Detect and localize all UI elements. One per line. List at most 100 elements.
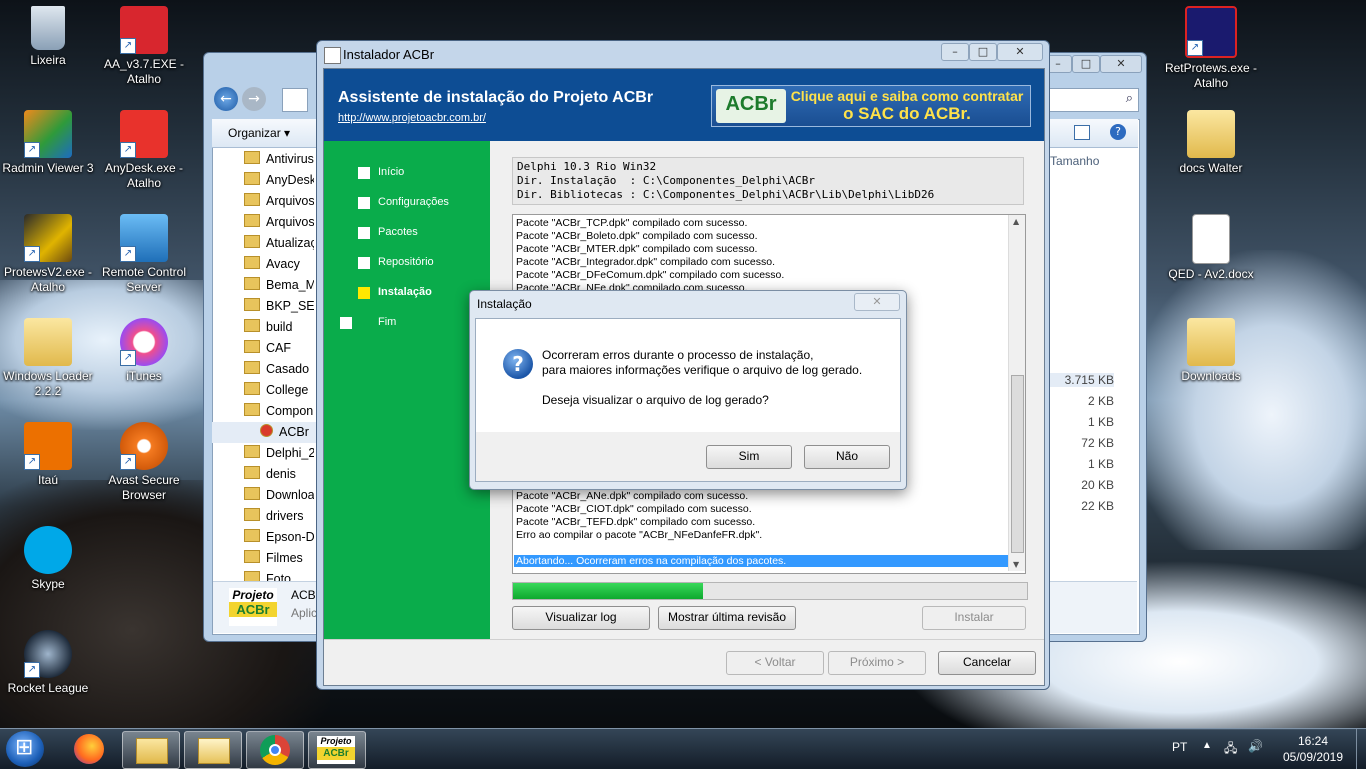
folder-row[interactable]: Download	[244, 485, 314, 506]
desktop-icon-lixeira[interactable]: Lixeira	[0, 6, 96, 68]
question-icon: ?	[503, 349, 533, 379]
folder-row[interactable]: Casado	[244, 359, 314, 380]
dialog-close-button[interactable]: ✕	[854, 293, 900, 311]
file-size: 20 KB	[1081, 478, 1114, 492]
folder-row[interactable]: Compon	[244, 401, 314, 422]
folder-name: Atualizaç	[266, 236, 314, 250]
desktop-icon-rocket-league[interactable]: ↗ Rocket League	[0, 630, 96, 696]
desktop-icon-skype[interactable]: Skype	[0, 526, 96, 592]
volume-icon[interactable]: 🔊	[1248, 739, 1263, 753]
app-shortcut-icon: ↗	[1185, 6, 1237, 58]
language-indicator[interactable]: PT	[1172, 740, 1187, 754]
folder-name: BKP_SER	[266, 299, 314, 313]
preview-pane-icon[interactable]	[1074, 125, 1090, 140]
folder-icon	[244, 529, 260, 542]
folder-row[interactable]: denis	[244, 464, 314, 485]
installer-maximize-button[interactable]: □	[969, 43, 997, 61]
folder-name: College	[266, 383, 309, 397]
taskbar-firefox[interactable]	[62, 731, 118, 767]
file-size: 22 KB	[1081, 499, 1114, 513]
desktop-icon-retprotews[interactable]: ↗ RetProtews.exe - Atalho	[1163, 6, 1259, 91]
folder-name: CAF	[266, 341, 291, 355]
desktop-icon-anydesk[interactable]: ↗ AnyDesk.exe - Atalho	[96, 110, 192, 191]
desktop-icon-docs-walter[interactable]: docs Walter	[1163, 110, 1259, 176]
log-scrollbar[interactable]: ▲ ▼	[1008, 215, 1025, 571]
start-button[interactable]	[6, 731, 44, 767]
acbr-icon-text: Projeto	[320, 736, 352, 746]
taskbar-chrome[interactable]	[246, 731, 304, 769]
footer-divider	[324, 639, 1044, 640]
acbr-error-icon	[260, 424, 273, 437]
show-hidden-icons-icon[interactable]: ▲	[1202, 740, 1212, 751]
folder-row[interactable]: build	[244, 317, 314, 338]
explorer-close-button[interactable]: ✕	[1100, 55, 1142, 73]
help-icon[interactable]: ?	[1110, 124, 1126, 140]
shortcut-arrow-icon: ↗	[24, 662, 40, 678]
yes-button[interactable]: Sim	[706, 445, 792, 469]
project-link[interactable]: http://www.projetoacbr.com.br/	[338, 112, 486, 124]
banner-line1: Clique aqui e saiba como contratar	[790, 88, 1024, 104]
folder-icon	[244, 550, 260, 563]
folder-row[interactable]: BKP_SER	[244, 296, 314, 317]
cancel-button[interactable]: Cancelar	[938, 651, 1036, 675]
desktop-icon-aa[interactable]: ↗ AA_v3.7.EXE - Atalho	[96, 6, 192, 87]
shortcut-arrow-icon: ↗	[120, 246, 136, 262]
scroll-thumb[interactable]	[1011, 375, 1024, 553]
back-button[interactable]: < Voltar	[726, 651, 824, 675]
explorer-back-button[interactable]: ←	[214, 87, 238, 111]
clock-date[interactable]: 05/09/2019	[1280, 750, 1346, 764]
taskbar-mail-folder[interactable]	[184, 731, 242, 769]
desktop-icon-protews[interactable]: ↗ ProtewsV2.exe - Atalho	[0, 214, 96, 295]
column-header-size[interactable]: Tamanho	[1050, 154, 1099, 168]
desktop-icon-downloads[interactable]: Downloads	[1163, 318, 1259, 384]
explorer-search-box[interactable]: ⌕	[1049, 88, 1139, 112]
folder-icon	[244, 172, 260, 185]
folder-icon	[244, 298, 260, 311]
installer-close-button[interactable]: ✕	[997, 43, 1043, 61]
anydesk-icon: ↗	[120, 110, 168, 158]
taskbar-file-explorer[interactable]	[122, 731, 180, 769]
no-button[interactable]: Não	[804, 445, 890, 469]
desktop-icon-radmin[interactable]: ↗ Radmin Viewer 3	[0, 110, 96, 176]
desktop-icon-label: Avast Secure Browser	[108, 473, 180, 502]
explorer-maximize-button[interactable]: □	[1072, 55, 1100, 73]
folder-row[interactable]: Avacy	[244, 254, 314, 275]
folder-row[interactable]: Bema_M	[244, 275, 314, 296]
folder-row[interactable]: drivers	[244, 506, 314, 527]
folder-row[interactable]: Filmes	[244, 548, 314, 569]
folder-row[interactable]: CAF	[244, 338, 314, 359]
installation-dialog[interactable]: Instalação ✕ ? Ocorreram erros durante o…	[469, 290, 907, 490]
folder-row[interactable]: College	[244, 380, 314, 401]
step-configuracoes: Configurações	[358, 196, 449, 209]
organize-button[interactable]: Organizar ▾	[228, 126, 290, 140]
desktop-icon-remote-control[interactable]: ↗ Remote Control Server	[96, 214, 192, 295]
desktop-icon-windows-loader[interactable]: Windows Loader 2.2.2	[0, 318, 96, 399]
scroll-down-icon[interactable]: ▼	[1013, 560, 1019, 569]
desktop-icon-itunes[interactable]: ↗ iTunes	[96, 318, 192, 384]
sac-banner[interactable]: ACBr Clique aqui e saiba como contratar …	[711, 85, 1031, 127]
folder-row[interactable]: Atualizaç	[244, 233, 314, 254]
folder-row[interactable]: Epson-D	[244, 527, 314, 548]
next-button[interactable]: Próximo >	[828, 651, 926, 675]
desktop-icon-label: docs Walter	[1179, 161, 1243, 175]
info-line: Dir. Instalação : C:\Componentes_Delphi\…	[517, 174, 816, 187]
network-icon[interactable]: 🖧	[1224, 739, 1237, 760]
folder-row[interactable]: AnyDesk	[244, 170, 314, 191]
folder-row[interactable]: Antivirus	[244, 149, 314, 170]
desktop-icon-avast[interactable]: ↗ Avast Secure Browser	[96, 422, 192, 503]
folder-row[interactable]: Arquivos	[244, 191, 314, 212]
install-button[interactable]: Instalar	[922, 606, 1026, 630]
folder-row[interactable]: Arquivos	[244, 212, 314, 233]
desktop-icon-qed-docx[interactable]: QED - Av2.docx	[1163, 214, 1259, 282]
folder-row[interactable]: Delphi_2	[244, 443, 314, 464]
view-log-button[interactable]: Visualizar log	[512, 606, 650, 630]
show-last-revision-button[interactable]: Mostrar última revisão	[658, 606, 796, 630]
scroll-up-icon[interactable]: ▲	[1013, 217, 1019, 226]
explorer-forward-button[interactable]: →	[242, 87, 266, 111]
show-desktop-button[interactable]	[1356, 729, 1366, 769]
clock-time[interactable]: 16:24	[1280, 734, 1346, 748]
taskbar-projeto-acbr[interactable]: Projeto ACBr	[308, 731, 366, 769]
log-line-selected[interactable]: Abortando... Ocorreram erros na compilaç…	[514, 555, 1009, 567]
desktop-icon-itau[interactable]: ↗ Itaú	[0, 422, 96, 488]
installer-minimize-button[interactable]: –	[941, 43, 969, 61]
